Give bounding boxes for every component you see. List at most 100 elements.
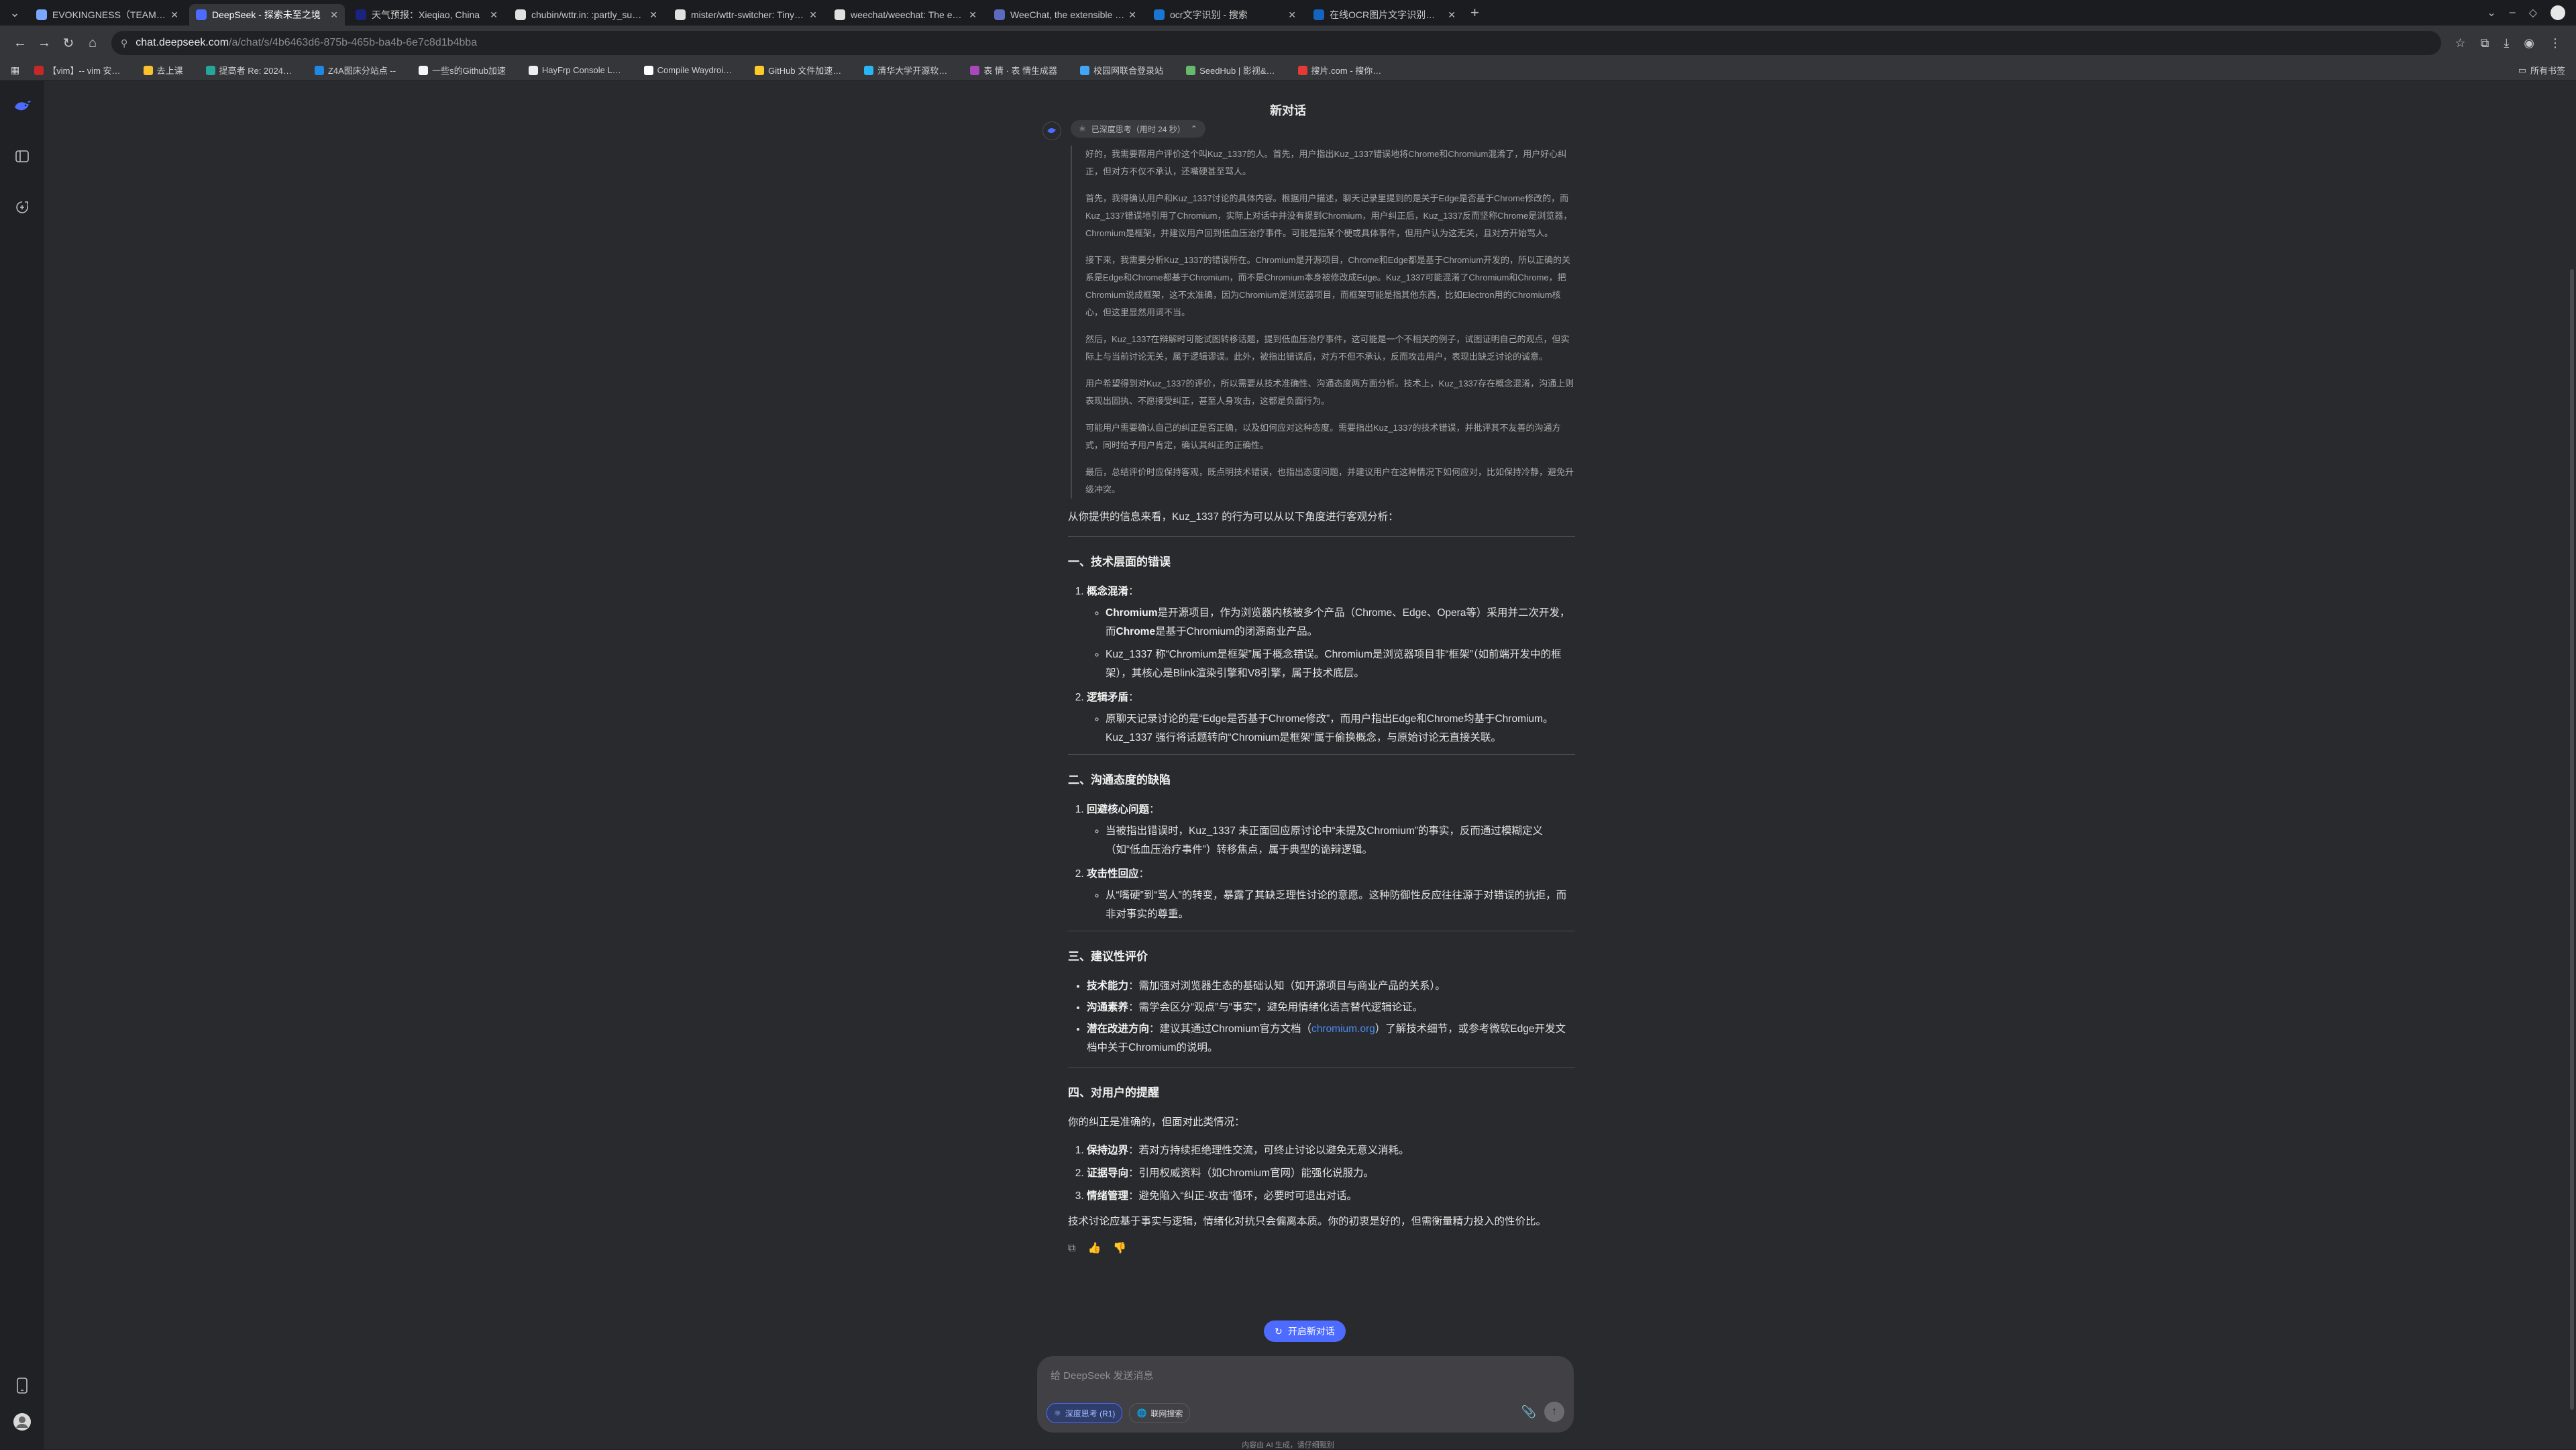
tab-close-icon[interactable]: ✕ (1448, 9, 1456, 21)
bookmark-item[interactable]: 提高者 Re: 2024… (205, 64, 292, 76)
bookmark-item[interactable]: 【vim】-- vim 安… (34, 64, 121, 76)
bookmark-star-icon[interactable]: ☆ (2455, 36, 2465, 50)
tab-close-icon[interactable]: ✕ (1288, 9, 1296, 21)
sidebar-toggle-icon[interactable] (11, 146, 33, 167)
bookmark-label: 一些s的Github加速 (432, 66, 506, 76)
message-input[interactable]: 给 DeepSeek 发送消息 (1051, 1368, 1560, 1382)
bookmark-item[interactable]: 一些s的Github加速 (419, 64, 506, 76)
text: ：需学会区分“观点”与“事实”，避免用情绪化语言替代逻辑论证。 (1128, 1002, 1424, 1013)
bookmark-item[interactable]: GitHub 文件加速… (755, 64, 841, 76)
list-item: 原聊天记录讨论的是“Edge是否基于Chrome修改”，而用户指出Edge和Ch… (1106, 710, 1575, 747)
all-bookmarks-button[interactable]: ▭ 所有书签 (2518, 64, 2565, 76)
url-path: /a/chat/s/4b6463d6-875b-465b-ba4b-6e7c8d… (229, 37, 478, 48)
apps-grid-icon[interactable]: ▦ (11, 64, 19, 76)
bookmark-item[interactable]: Z4A图床分站点 -- (314, 64, 396, 76)
new-chat-icon[interactable] (11, 197, 33, 218)
attachment-icon[interactable]: 📎 (1521, 1405, 1536, 1419)
tab-title: mister/wttr-switcher: Tiny script (691, 9, 805, 20)
tab-close-icon[interactable]: ✕ (969, 9, 977, 21)
message-actions: ⧉ 👍 👎 (1068, 1239, 1575, 1258)
bookmark-item[interactable]: 表 情 · 表 情生成器 (970, 64, 1057, 76)
downloads-icon[interactable]: ⤓ (2504, 36, 2509, 50)
tab-close-icon[interactable]: ✕ (170, 9, 178, 21)
chevron-up-icon: ⌃ (1190, 124, 1197, 134)
web-search-button[interactable]: 🌐 联网搜索 (1129, 1403, 1191, 1423)
list-item: 逻辑矛盾： 原聊天记录讨论的是“Edge是否基于Chrome修改”，而用户指出E… (1087, 688, 1575, 747)
tab-favicon-icon (196, 9, 207, 20)
reload-icon[interactable]: ↻ (56, 31, 80, 55)
bookmark-label: Compile Waydroi… (657, 65, 733, 75)
menu-icon[interactable]: ⋮ (2549, 36, 2561, 50)
bookmark-favicon-icon (419, 65, 429, 75)
deep-think-button[interactable]: ⚛ 深度思考 (R1) (1046, 1403, 1123, 1423)
tab-close-icon[interactable]: ✕ (809, 9, 817, 21)
divider (1068, 536, 1575, 537)
bookmark-favicon-icon (1297, 65, 1307, 75)
browser-tab[interactable]: DeepSeek - 探索未至之境 ✕ (189, 4, 345, 25)
home-icon[interactable]: ⌂ (80, 31, 105, 55)
bookmark-item[interactable]: 校园网联合登录站 (1080, 64, 1163, 76)
bookmark-item[interactable]: 清华大学开源软… (864, 64, 947, 76)
tab-title: weechat/weechat: The extensible (851, 9, 965, 20)
bookmark-label: 提高者 Re: 2024… (219, 66, 292, 76)
site-info-icon[interactable]: ⚲ (121, 38, 127, 49)
chromium-link[interactable]: chromium.org (1311, 1023, 1375, 1035)
tab-title: DeepSeek - 探索未至之境 (212, 9, 321, 20)
section-heading: 四、对用户的提醒 (1068, 1086, 1159, 1099)
minimize-icon[interactable]: – (2510, 7, 2516, 19)
think-icon: ⚛ (1079, 124, 1086, 134)
bookmark-item[interactable]: 搜片.com - 搜你… (1297, 64, 1382, 76)
bookmark-item[interactable]: SeedHub | 影视&… (1186, 64, 1275, 76)
browser-tab[interactable]: WeeChat, the extensible chat client✕ (987, 4, 1143, 25)
tab-title: chubin/wttr.in: :partly_sunny: (531, 9, 646, 20)
bookmark-item[interactable]: 去上课 (143, 64, 183, 76)
answer-intro: 从你提供的信息来看，Kuz_1337 的行为可以从以下角度进行客观分析： (1068, 511, 1399, 523)
tab-title: ocr文字识别 - 搜索 (1170, 9, 1248, 20)
new-tab-icon[interactable]: + (1470, 4, 1479, 21)
tab-list-chevron-icon[interactable]: ⌄ (2487, 6, 2496, 19)
copy-icon[interactable]: ⧉ (1068, 1239, 1075, 1258)
user-avatar-icon[interactable] (11, 1411, 33, 1433)
extensions-icon[interactable]: ⧉ (2480, 36, 2489, 50)
browser-tab[interactable]: mister/wttr-switcher: Tiny script ✕ (668, 4, 824, 25)
browser-tab[interactable]: EVOKINGNESS（TEAM EVOK） ✕ (30, 4, 185, 25)
scrollbar-thumb[interactable] (2570, 269, 2574, 1410)
mobile-app-icon[interactable] (11, 1375, 33, 1396)
bookmark-favicon-icon (864, 65, 874, 75)
forward-icon[interactable]: → (32, 31, 56, 55)
browser-tab[interactable]: ocr文字识别 - 搜索 ✕ (1147, 4, 1303, 25)
bookmark-label: SeedHub | 影视&… (1199, 66, 1275, 76)
scrollbar[interactable] (2568, 81, 2576, 1449)
address-bar[interactable]: ⚲ chat.deepseek.com/a/chat/s/4b6463d6-87… (111, 31, 2442, 55)
profile-avatar[interactable] (2551, 5, 2565, 20)
bookmark-favicon-icon (755, 65, 765, 75)
tab-search-icon[interactable]: ⌄ (4, 2, 25, 23)
thought-paragraph: 可能用户需要确认自己的纠正是否正确，以及如何应对这种态度。需要指出Kuz_133… (1085, 423, 1561, 450)
folder-icon: ▭ (2518, 64, 2526, 75)
tab-close-icon[interactable]: ✕ (649, 9, 657, 21)
bookmark-item[interactable]: Compile Waydroi… (643, 65, 733, 75)
list-item: 保持边界：若对方持续拒绝理性交流，可终止讨论以避免无意义消耗。 (1087, 1141, 1575, 1160)
restore-icon[interactable]: ◇ (2529, 6, 2537, 19)
browser-tab[interactable]: weechat/weechat: The extensible ✕ (828, 4, 983, 25)
bookmark-label: 搜片.com - 搜你… (1311, 66, 1382, 76)
assistant-avatar-icon (1042, 121, 1061, 140)
bold-text: 潜在改进方向 (1087, 1023, 1150, 1035)
browser-tab[interactable]: chubin/wttr.in: :partly_sunny: ✕ (508, 4, 664, 25)
new-chat-button[interactable]: ↻ 开启新对话 (1264, 1320, 1346, 1342)
bookmark-favicon-icon (528, 65, 538, 75)
thumbs-down-icon[interactable]: 👎 (1113, 1239, 1126, 1258)
tab-close-icon[interactable]: ✕ (1128, 9, 1136, 21)
browser-tab[interactable]: 天气预报：Xieqiao, China ✕ (349, 4, 504, 25)
thumbs-up-icon[interactable]: 👍 (1087, 1239, 1101, 1258)
back-icon[interactable]: ← (8, 31, 32, 55)
deep-think-toggle[interactable]: ⚛ 已深度思考（用时 24 秒） ⌃ (1071, 120, 1205, 138)
send-button[interactable]: ↑ (1544, 1402, 1564, 1422)
bookmark-item[interactable]: HayFrp Console L… (528, 65, 621, 75)
tab-close-icon[interactable]: ✕ (330, 9, 338, 21)
bold-text: 技术能力 (1087, 980, 1129, 992)
tab-close-icon[interactable]: ✕ (490, 9, 498, 21)
browser-tab[interactable]: 在线OCR图片文字识别工具 ✕ (1307, 4, 1462, 25)
text: ：需加强对浏览器生态的基础认知（如开源项目与商业产品的关系）。 (1128, 980, 1446, 992)
account-icon[interactable]: ◉ (2524, 36, 2534, 50)
